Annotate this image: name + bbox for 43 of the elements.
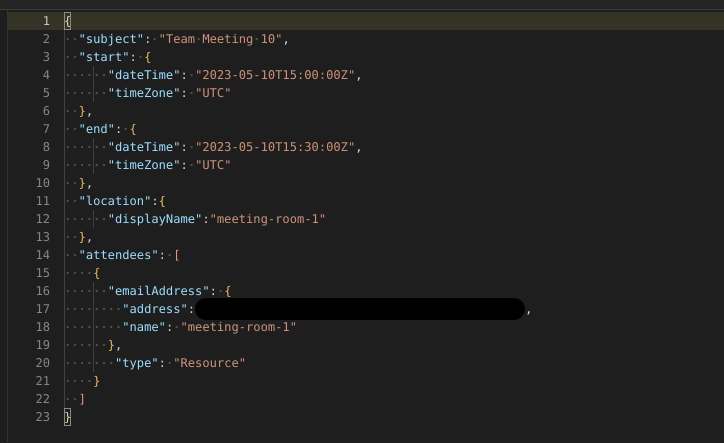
code-text: "type": "Resource" xyxy=(64,354,246,372)
matched-bracket: } xyxy=(64,408,72,426)
code-text: "name": "meeting-room-1" xyxy=(64,318,297,336)
line-number: 6 xyxy=(42,103,50,120)
line-number: 12 xyxy=(34,211,50,228)
line-number: 19 xyxy=(34,337,50,354)
line-number: 16 xyxy=(34,283,50,300)
code-text: }, xyxy=(64,102,94,120)
code-text: , xyxy=(525,301,532,318)
code-text: "attendees": [ xyxy=(64,246,180,264)
line-number: 10 xyxy=(34,175,50,192)
matched-bracket: { xyxy=(64,12,72,30)
code-text: }, xyxy=(64,228,94,246)
line-number: 13 xyxy=(34,229,50,246)
line-number: 4 xyxy=(42,67,50,84)
line-number: 7 xyxy=(42,121,50,138)
code-text: "start": { xyxy=(64,48,152,66)
code-text: "dateTime": "2023-05-10T15:00:00Z", xyxy=(64,66,363,84)
line-number: 23 xyxy=(34,409,50,426)
line-number: 21 xyxy=(34,373,50,390)
line-number: 22 xyxy=(34,391,50,408)
code-text: "timeZone": "UTC" xyxy=(64,156,232,174)
line-number: 17 xyxy=(34,301,50,318)
code-text: "end": { xyxy=(64,120,137,138)
line-number: 18 xyxy=(34,319,50,336)
line-number: 3 xyxy=(42,49,50,66)
code-text: "subject": "Team Meeting 10", xyxy=(64,30,290,48)
line-number: 8 xyxy=(42,139,50,156)
line-number: 1 xyxy=(42,13,50,30)
code-text: "dateTime": "2023-05-10T15:30:00Z", xyxy=(64,138,363,156)
code-text: "emailAddress": { xyxy=(64,282,232,300)
code-text: "address": xyxy=(64,300,196,318)
line-number: 14 xyxy=(34,247,50,264)
code-text: "displayName":"meeting-room-1" xyxy=(64,210,326,228)
line-number: 2 xyxy=(42,31,50,48)
line-number: 11 xyxy=(34,193,50,210)
code-text: }, xyxy=(64,174,94,192)
line-number: 20 xyxy=(34,355,50,372)
line-number: 9 xyxy=(42,157,50,174)
line-number: 15 xyxy=(34,265,50,282)
code-text: "timeZone": "UTC" xyxy=(64,84,232,102)
line-number: 5 xyxy=(42,85,50,102)
code-text: "location":{ xyxy=(64,192,166,210)
